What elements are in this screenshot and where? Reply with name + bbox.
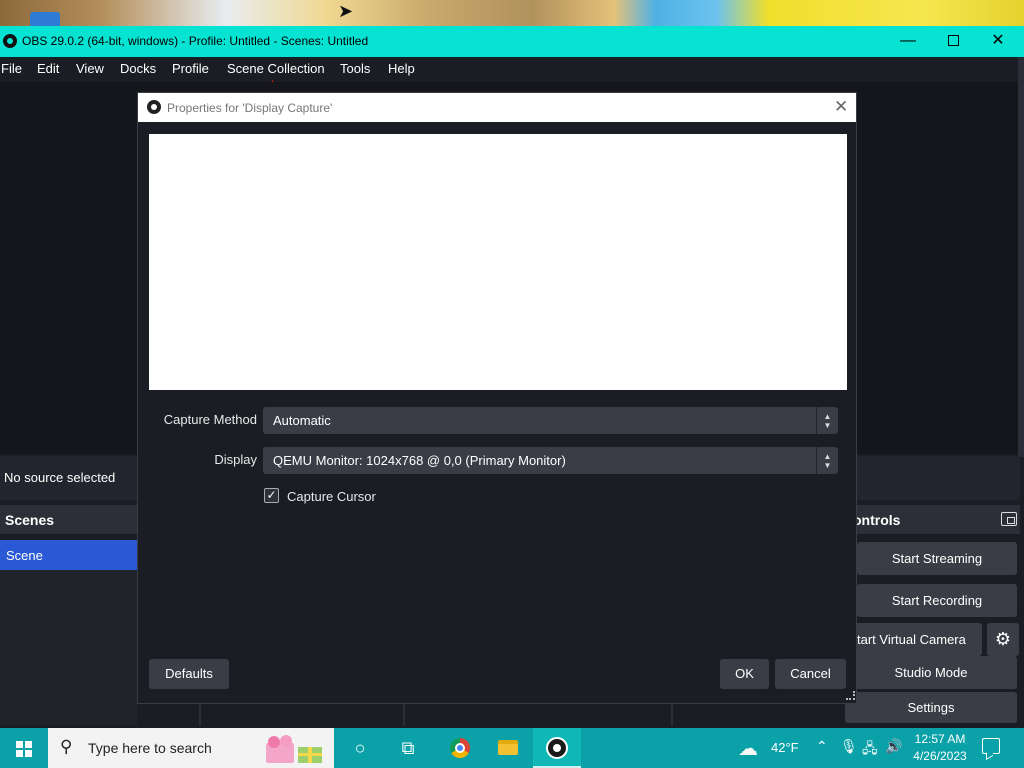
notification-icon[interactable] xyxy=(982,738,1000,754)
studio-mode-button[interactable]: Studio Mode xyxy=(845,656,1017,689)
desktop-wallpaper: ➤ xyxy=(0,0,1024,26)
weather-icon[interactable]: ☁ xyxy=(738,736,758,761)
mouse-cursor-icon: ➤ xyxy=(338,1,354,21)
capture-cursor-checkbox[interactable]: ✓ xyxy=(264,488,279,503)
start-streaming-button[interactable]: Start Streaming xyxy=(857,542,1017,575)
source-preview xyxy=(149,134,847,390)
menu-file[interactable]: File xyxy=(1,61,22,76)
scenes-list[interactable] xyxy=(0,570,137,725)
chrome-icon xyxy=(450,738,470,758)
cortana-icon[interactable]: ○ xyxy=(336,728,384,768)
scenes-title: Scenes xyxy=(5,512,55,528)
search-placeholder: Type here to search xyxy=(88,740,212,756)
capture-method-label: Capture Method xyxy=(163,412,257,427)
search-icon: ⚲ xyxy=(60,737,73,756)
close-button[interactable]: ✕ xyxy=(975,26,1021,57)
scenes-dock-title: Scenes xyxy=(0,505,138,534)
ok-button[interactable]: OK xyxy=(720,659,769,689)
window-title: OBS 29.0.2 (64-bit, windows) - Profile: … xyxy=(22,34,369,48)
menu-help[interactable]: Help xyxy=(388,61,415,76)
capture-cursor-label[interactable]: Capture Cursor xyxy=(287,489,376,504)
maximize-button[interactable] xyxy=(930,26,976,57)
dock-divider[interactable] xyxy=(671,704,673,726)
dialog-title: Properties for 'Display Capture' xyxy=(167,101,333,115)
cancel-button[interactable]: Cancel xyxy=(775,659,846,689)
dock-divider[interactable] xyxy=(199,704,201,726)
capture-method-value: Automatic xyxy=(273,413,331,428)
minimize-button[interactable]: — xyxy=(885,26,931,57)
display-value: QEMU Monitor: 1024x768 @ 0,0 (Primary Mo… xyxy=(273,453,566,468)
windows-start-icon xyxy=(16,741,32,757)
task-view-icon[interactable]: ⧉ xyxy=(384,728,432,768)
taskbar-search-box[interactable]: ⚲ Type here to search xyxy=(48,728,334,768)
network-icon[interactable]: 🖧 xyxy=(862,738,878,762)
menu-edit[interactable]: Edit xyxy=(37,61,59,76)
weather-temperature[interactable]: 42°F xyxy=(771,740,799,755)
search-highlight-image xyxy=(266,735,322,763)
start-button[interactable] xyxy=(0,728,48,768)
controls-title: ontrols xyxy=(853,512,901,528)
menu-profile[interactable]: Profile xyxy=(172,61,209,76)
scene-list-item[interactable]: Scene xyxy=(0,540,137,570)
maximize-icon xyxy=(947,35,959,47)
menu-tools[interactable]: Tools xyxy=(340,61,370,76)
file-explorer-icon xyxy=(498,740,518,755)
dock-separator-strip xyxy=(137,702,845,726)
obs-titlebar: OBS 29.0.2 (64-bit, windows) - Profile: … xyxy=(0,26,1024,57)
obs-icon xyxy=(546,737,568,759)
obs-logo-icon xyxy=(3,34,17,48)
menu-bar: File Edit View Docks Profile Scene Colle… xyxy=(0,57,1024,82)
scrollbar[interactable] xyxy=(1018,57,1024,457)
start-virtual-camera-button[interactable]: tart Virtual Camera xyxy=(845,623,982,656)
defaults-button[interactable]: Defaults xyxy=(149,659,229,689)
menu-docks[interactable]: Docks xyxy=(120,61,156,76)
display-select[interactable]: QEMU Monitor: 1024x768 @ 0,0 (Primary Mo… xyxy=(263,447,838,474)
settings-button[interactable]: Settings xyxy=(845,692,1017,723)
obs-logo-icon xyxy=(147,100,161,114)
dialog-close-button[interactable]: ✕ xyxy=(834,97,848,117)
capture-method-select[interactable]: Automatic ▲ ▼ xyxy=(263,407,838,434)
undock-icon[interactable] xyxy=(1001,512,1017,526)
virtual-camera-settings-gear-icon[interactable]: ⚙ xyxy=(987,623,1019,656)
resize-grip-icon[interactable] xyxy=(846,691,855,700)
menu-scene-collection[interactable]: Scene Collection xyxy=(227,61,325,76)
volume-icon[interactable]: 🔊 xyxy=(885,738,902,755)
chevron-up-down-icon: ▲ ▼ xyxy=(816,447,838,474)
start-recording-button[interactable]: Start Recording xyxy=(857,584,1017,617)
dock-divider[interactable] xyxy=(403,704,405,726)
desktop-icon[interactable] xyxy=(30,12,60,26)
dialog-titlebar: Properties for 'Display Capture' ✕ xyxy=(138,93,856,122)
display-label: Display xyxy=(214,452,257,467)
clock-time: 12:57 AM xyxy=(914,732,966,746)
clock-date: 4/26/2023 xyxy=(913,749,967,763)
taskbar: ⚲ Type here to search ○ ⧉ ☁ 42°F ⌃ 🎙 🖧 🔊… xyxy=(0,728,1024,768)
controls-dock-title: ontrols xyxy=(845,505,1020,534)
chevron-up-icon[interactable]: ⌃ xyxy=(816,738,828,755)
properties-dialog: Properties for 'Display Capture' ✕ Captu… xyxy=(137,92,857,704)
chevron-up-down-icon: ▲ ▼ xyxy=(816,407,838,434)
menu-view[interactable]: View xyxy=(76,61,104,76)
system-clock[interactable]: 12:57 AM 4/26/2023 xyxy=(908,731,972,765)
scene-label: Scene xyxy=(6,548,43,563)
microphone-icon[interactable]: 🎙 xyxy=(840,738,858,755)
no-source-label: No source selected xyxy=(4,470,116,485)
